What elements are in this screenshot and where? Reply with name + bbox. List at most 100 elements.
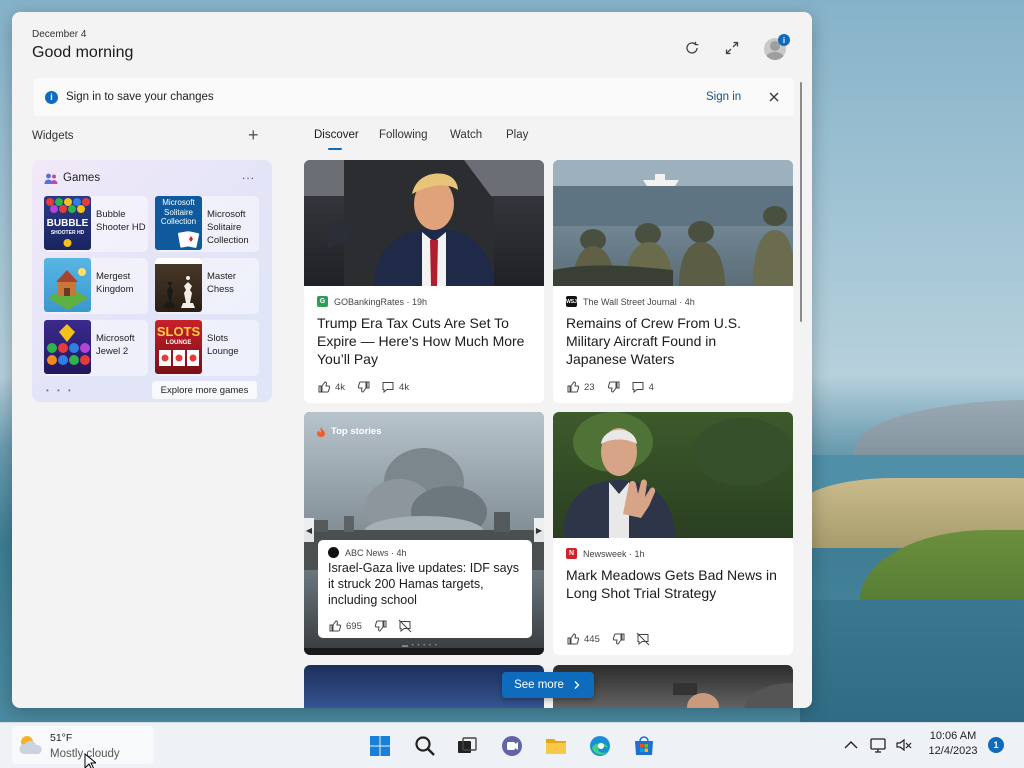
profile-badge: i — [778, 34, 790, 46]
tab-play[interactable]: Play — [506, 129, 528, 141]
dislike-icon[interactable] — [612, 632, 626, 646]
profile-button[interactable]: i — [764, 34, 790, 60]
game-tile-jewel[interactable]: Microsoft Jewel 2 — [44, 320, 148, 376]
like-count: 4k — [335, 381, 346, 393]
reaction-row: 695 — [328, 619, 412, 633]
file-explorer-button[interactable] — [541, 731, 571, 761]
notification-badge[interactable]: 1 — [988, 737, 1004, 753]
top-stories-carousel[interactable]: Top stories ◀ ▶ ABC News · 4h Israel-Gaz… — [304, 412, 544, 655]
game-name: Master Chess — [207, 271, 237, 295]
like-icon[interactable] — [566, 380, 580, 394]
volume-muted-icon[interactable] — [895, 736, 913, 754]
news-image-man-speaking — [553, 412, 793, 538]
search-button[interactable] — [410, 731, 440, 761]
comment-icon[interactable] — [381, 380, 395, 394]
edge-button[interactable] — [585, 731, 615, 761]
like-icon[interactable] — [328, 619, 342, 633]
signin-bar: i Sign in to save your changes Sign in — [34, 78, 794, 116]
reaction-row: 4k 4k — [317, 380, 421, 394]
teams-chat-icon — [502, 736, 522, 756]
news-source-row: WSJ The Wall Street Journal · 4h — [566, 296, 695, 307]
store-button[interactable] — [629, 731, 659, 761]
news-headline: Mark Meadows Gets Bad News in Long Shot … — [566, 567, 777, 601]
mouse-cursor-icon — [84, 753, 96, 768]
like-count: 695 — [346, 620, 362, 632]
news-image-politician — [304, 160, 544, 286]
explore-more-games-button[interactable]: Explore more games — [152, 381, 257, 399]
news-source: ABC News · 4h — [345, 547, 407, 558]
news-card-crew-remains[interactable]: WSJ The Wall Street Journal · 4h Remains… — [553, 160, 793, 403]
comments-off-icon[interactable] — [636, 632, 650, 646]
game-name: Microsoft Solitaire Collection — [207, 209, 249, 246]
dislike-icon[interactable] — [607, 380, 621, 394]
clock[interactable]: 10:06 AM 12/4/2023 — [922, 729, 984, 759]
weather-widget-button[interactable]: 51°F Mostly cloudy — [12, 726, 154, 768]
news-source-row: N Newsweek · 1h — [566, 548, 645, 559]
wsj-logo: WSJ — [566, 296, 577, 307]
bubble-thumb-title: BUBBLE — [47, 218, 89, 229]
game-tile-bubble-shooter[interactable]: BUBBLE SHOOTER HD Bubble Shooter HD — [44, 196, 148, 252]
weather-temperature: 51°F — [50, 732, 73, 744]
news-card-meadows[interactable]: N Newsweek · 1h Mark Meadows Gets Bad Ne… — [553, 412, 793, 655]
man-speaking-photo — [563, 412, 793, 538]
partly-cloudy-icon — [19, 736, 42, 754]
carousel-next-button[interactable]: ▶ — [534, 518, 544, 542]
game-tile-slots[interactable]: SLOTS LOUNGE Slots Lounge — [155, 320, 259, 376]
carousel-pager[interactable]: ▬ • • • • • — [402, 643, 438, 649]
carousel-prev-button[interactable]: ◀ — [304, 518, 314, 542]
news-source-row: ABC News · 4h — [328, 547, 407, 558]
tab-discover[interactable]: Discover — [314, 129, 359, 141]
feed-scrollbar[interactable] — [800, 82, 802, 322]
comments-off-icon[interactable] — [398, 619, 412, 633]
task-view-button[interactable] — [452, 731, 482, 761]
dislike-icon[interactable] — [374, 619, 388, 633]
news-source: GOBankingRates · 19h — [334, 296, 428, 307]
news-source-row: G GOBankingRates · 19h — [317, 296, 427, 307]
edge-icon — [590, 736, 610, 756]
widgets-label: Widgets — [32, 130, 74, 142]
widgets-panel: December 4 Good morning i i Sign in to s… — [12, 12, 812, 708]
slots-thumb-subtitle: LOUNGE — [166, 340, 192, 346]
teams-chat-button[interactable] — [497, 731, 527, 761]
game-tile-mergest-kingdom[interactable]: Mergest Kingdom — [44, 258, 148, 314]
reaction-row: 23 4 — [566, 380, 666, 394]
chevron-right-icon — [574, 681, 580, 689]
mergest-kingdom-thumbnail — [44, 258, 91, 312]
tab-watch[interactable]: Watch — [450, 129, 482, 141]
games-widget: Games ... BUBBLE SHOOTER HD Bubble Shoot… — [32, 160, 272, 402]
solitaire-thumbnail: Microsoft Solitaire Collection — [155, 196, 202, 250]
game-tile-master-chess[interactable]: Master Chess — [155, 258, 259, 314]
news-source: Newsweek · 1h — [583, 548, 645, 559]
news-headline: Trump Era Tax Cuts Are Set To Expire — H… — [317, 315, 525, 367]
fire-icon — [317, 426, 325, 437]
file-explorer-icon — [546, 739, 566, 754]
news-card-tax-cuts[interactable]: G GOBankingRates · 19h Trump Era Tax Cut… — [304, 160, 544, 403]
like-icon[interactable] — [566, 632, 580, 646]
see-more-button[interactable]: See more — [502, 672, 594, 698]
abc-news-logo — [328, 547, 339, 558]
like-count: 445 — [584, 633, 600, 645]
network-icon[interactable] — [869, 736, 887, 754]
refresh-button[interactable] — [680, 36, 704, 60]
tab-following[interactable]: Following — [379, 129, 428, 141]
add-widget-button[interactable]: + — [248, 126, 259, 144]
panel-date: December 4 — [32, 29, 87, 40]
like-icon[interactable] — [317, 380, 331, 394]
see-more-label: See more — [514, 679, 564, 691]
comment-icon[interactable] — [631, 380, 645, 394]
taskbar: 51°F Mostly cloudy 10:06 AM 12/4/2023 1 — [0, 722, 1024, 768]
politician-photo — [304, 160, 544, 286]
more-options-icon[interactable]: ... — [242, 168, 255, 182]
clock-date: 12/4/2023 — [928, 745, 978, 757]
close-icon[interactable] — [767, 90, 781, 104]
games-people-icon — [44, 173, 58, 184]
expand-button[interactable] — [720, 36, 744, 60]
playing-cards-art — [178, 231, 200, 248]
games-pager-dots[interactable]: • • • — [46, 386, 74, 395]
chevron-up-icon[interactable] — [842, 736, 860, 754]
slots-thumb-title: SLOTS — [157, 324, 201, 339]
start-button[interactable] — [365, 731, 395, 761]
signin-link[interactable]: Sign in — [706, 91, 741, 103]
dislike-icon[interactable] — [357, 380, 371, 394]
game-tile-solitaire[interactable]: Microsoft Solitaire Collection Microsoft… — [155, 196, 259, 252]
